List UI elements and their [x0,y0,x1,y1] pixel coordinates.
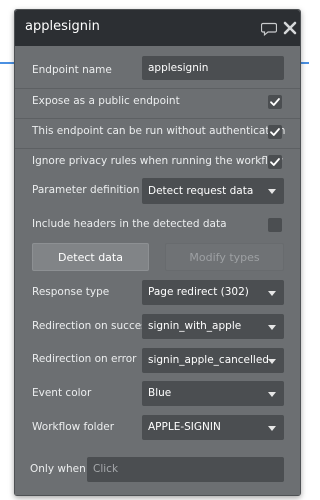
check-icon [270,128,280,136]
divider [15,148,300,149]
ignore-privacy-label: Ignore privacy rules when running the wo… [32,155,283,167]
redirect-success-value: signin_with_apple [148,320,242,332]
parameter-definition-dropdown[interactable]: Detect request data [142,178,284,204]
detect-data-button[interactable]: Detect data [32,243,149,271]
chevron-down-icon [268,358,276,364]
response-type-dropdown[interactable]: Page redirect (302) [142,280,284,305]
only-when-condition-input[interactable]: Click [87,457,284,482]
background-accent-line-left [0,62,14,64]
response-type-label: Response type [32,286,110,298]
redirect-error-dropdown[interactable]: signin_apple_cancelled [142,348,284,373]
redirect-success-dropdown[interactable]: signin_with_apple [142,314,284,339]
check-icon [270,158,280,166]
modify-types-button[interactable]: Modify types [165,243,284,271]
endpoint-name-input[interactable]: applesignin [142,56,284,80]
close-icon[interactable] [283,20,297,35]
divider [15,118,300,119]
chevron-down-icon [268,391,276,397]
workflow-folder-value: APPLE-SIGNIN [148,421,221,433]
redirect-success-label: Redirection on succes [32,320,147,332]
divider [15,88,300,89]
event-color-value: Blue [148,387,172,399]
include-headers-checkbox[interactable] [268,218,282,232]
parameter-definition-label: Parameter definition [32,184,140,196]
endpoint-properties-panel: applesignin Endpoint name applesignin Ex… [14,9,301,496]
endpoint-name-label: Endpoint name [32,64,112,76]
parameter-definition-value: Detect request data [148,185,254,197]
workflow-folder-label: Workflow folder [32,421,115,433]
redirect-error-label: Redirection on error [32,353,137,365]
event-color-label: Event color [32,387,92,399]
comment-icon[interactable] [260,21,278,37]
include-headers-label: Include headers in the detected data [32,218,227,230]
panel-title: applesignin [25,19,100,34]
chevron-down-icon [268,290,276,296]
chevron-down-icon [268,324,276,330]
expose-public-label: Expose as a public endpoint [32,95,180,107]
event-color-dropdown[interactable]: Blue [142,381,284,406]
workflow-folder-dropdown[interactable]: APPLE-SIGNIN [142,415,284,440]
only-when-section: Only when Click [15,450,300,495]
expose-public-checkbox[interactable] [268,95,282,109]
response-type-value: Page redirect (302) [148,286,249,298]
no-auth-label: This endpoint can be run without authent… [32,125,286,137]
chevron-down-icon [268,425,276,431]
ignore-privacy-checkbox[interactable] [268,155,282,169]
chevron-down-icon [268,189,276,194]
no-auth-checkbox[interactable] [268,125,282,139]
panel-titlebar: applesignin [15,10,300,46]
only-when-label: Only when [30,463,86,475]
redirect-error-value: signin_apple_cancelled [148,354,269,366]
check-icon [270,98,280,106]
